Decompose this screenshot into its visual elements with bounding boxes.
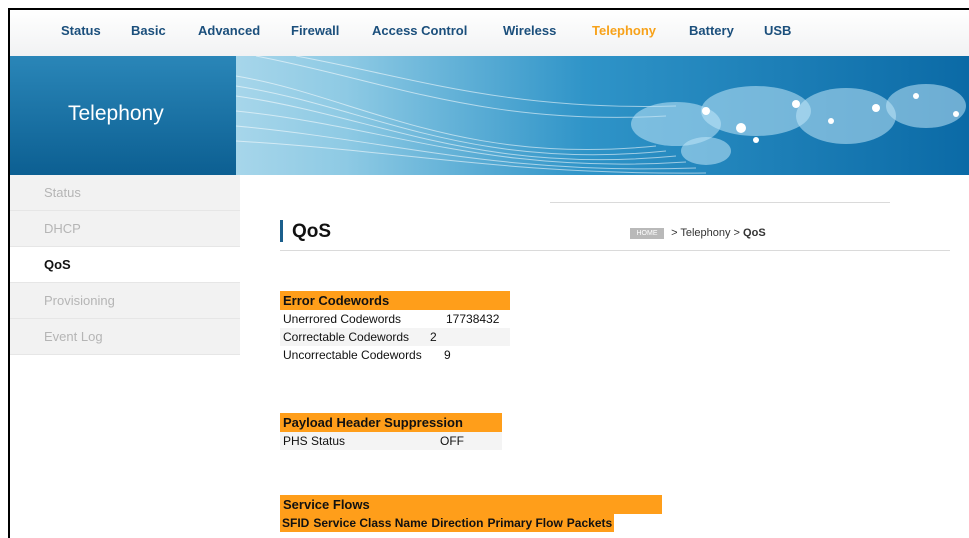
phs-status-label: PHS Status — [283, 434, 346, 448]
breadcrumb-path[interactable]: > Telephony > — [671, 227, 740, 239]
phs-status-value: OFF — [440, 434, 464, 448]
table-row: Correctable Codewords 2 — [280, 328, 510, 346]
table-row: Uncorrectable Codewords 9 — [280, 346, 510, 364]
service-flows-header-row: SFID Service Class Name Direction Primar… — [280, 514, 615, 532]
service-flows-table: SFID Service Class Name Direction Primar… — [280, 514, 615, 532]
sidebar-item-dhcp[interactable]: DHCP — [10, 211, 240, 247]
nav-firewall[interactable]: Firewall — [291, 23, 339, 38]
table-row: Unerrored Codewords 17738432 — [280, 310, 510, 328]
column-header-direction: Direction — [429, 514, 486, 532]
table-row: PHS Status OFF — [280, 432, 502, 450]
title-accent-bar — [280, 220, 283, 242]
nav-access-control[interactable]: Access Control — [372, 23, 467, 38]
nav-advanced[interactable]: Advanced — [198, 23, 260, 38]
column-header-sfid: SFID — [280, 514, 312, 532]
sidebar-item-event-log[interactable]: Event Log — [10, 319, 240, 355]
error-codewords-section: Error Codewords Unerrored Codewords 1773… — [280, 291, 510, 364]
breadcrumb: HOME > Telephony > QoS — [630, 227, 766, 239]
unerrored-codewords-label: Unerrored Codewords — [283, 312, 402, 326]
uncorrectable-codewords-value: 9 — [444, 348, 451, 362]
world-map-graphic — [236, 56, 966, 174]
column-header-packets: Packets — [564, 514, 615, 532]
top-navigation: Status Basic Advanced Firewall Access Co… — [10, 10, 969, 56]
nav-status[interactable]: Status — [61, 23, 101, 38]
divider-bottom — [280, 250, 950, 251]
service-flows-heading: Service Flows — [280, 495, 662, 514]
breadcrumb-current: QoS — [743, 227, 766, 239]
banner-title: Telephony — [68, 102, 164, 125]
nav-battery[interactable]: Battery — [689, 23, 734, 38]
nav-wireless[interactable]: Wireless — [503, 23, 556, 38]
sidebar-item-qos[interactable]: QoS — [10, 247, 240, 283]
column-header-primary-flow: Primary Flow — [485, 514, 565, 532]
divider-top — [550, 202, 890, 203]
column-header-service-class-name: Service Class Name — [311, 514, 430, 532]
phs-heading: Payload Header Suppression — [280, 413, 502, 432]
page-title: QoS — [292, 221, 332, 242]
sidebar-item-provisioning[interactable]: Provisioning — [10, 283, 240, 319]
sidebar-item-status[interactable]: Status — [10, 175, 240, 211]
nav-telephony[interactable]: Telephony — [592, 23, 656, 38]
error-codewords-heading: Error Codewords — [280, 291, 510, 310]
breadcrumb-home-button[interactable]: HOME — [630, 227, 664, 239]
nav-basic[interactable]: Basic — [131, 23, 166, 38]
banner-title-box: Telephony — [10, 56, 236, 175]
sidebar: Status DHCP QoS Provisioning Event Log — [10, 175, 240, 355]
service-flows-section: Service Flows SFID Service Class Name Di… — [280, 495, 662, 532]
phs-section: Payload Header Suppression PHS Status OF… — [280, 413, 502, 450]
unerrored-codewords-value: 17738432 — [446, 312, 500, 326]
uncorrectable-codewords-label: Uncorrectable Codewords — [283, 348, 422, 362]
nav-usb[interactable]: USB — [764, 23, 791, 38]
correctable-codewords-label: Correctable Codewords — [283, 330, 410, 344]
correctable-codewords-value: 2 — [430, 330, 437, 344]
router-admin-frame: Status Basic Advanced Firewall Access Co… — [8, 8, 969, 538]
header-banner: Telephony — [10, 56, 969, 175]
